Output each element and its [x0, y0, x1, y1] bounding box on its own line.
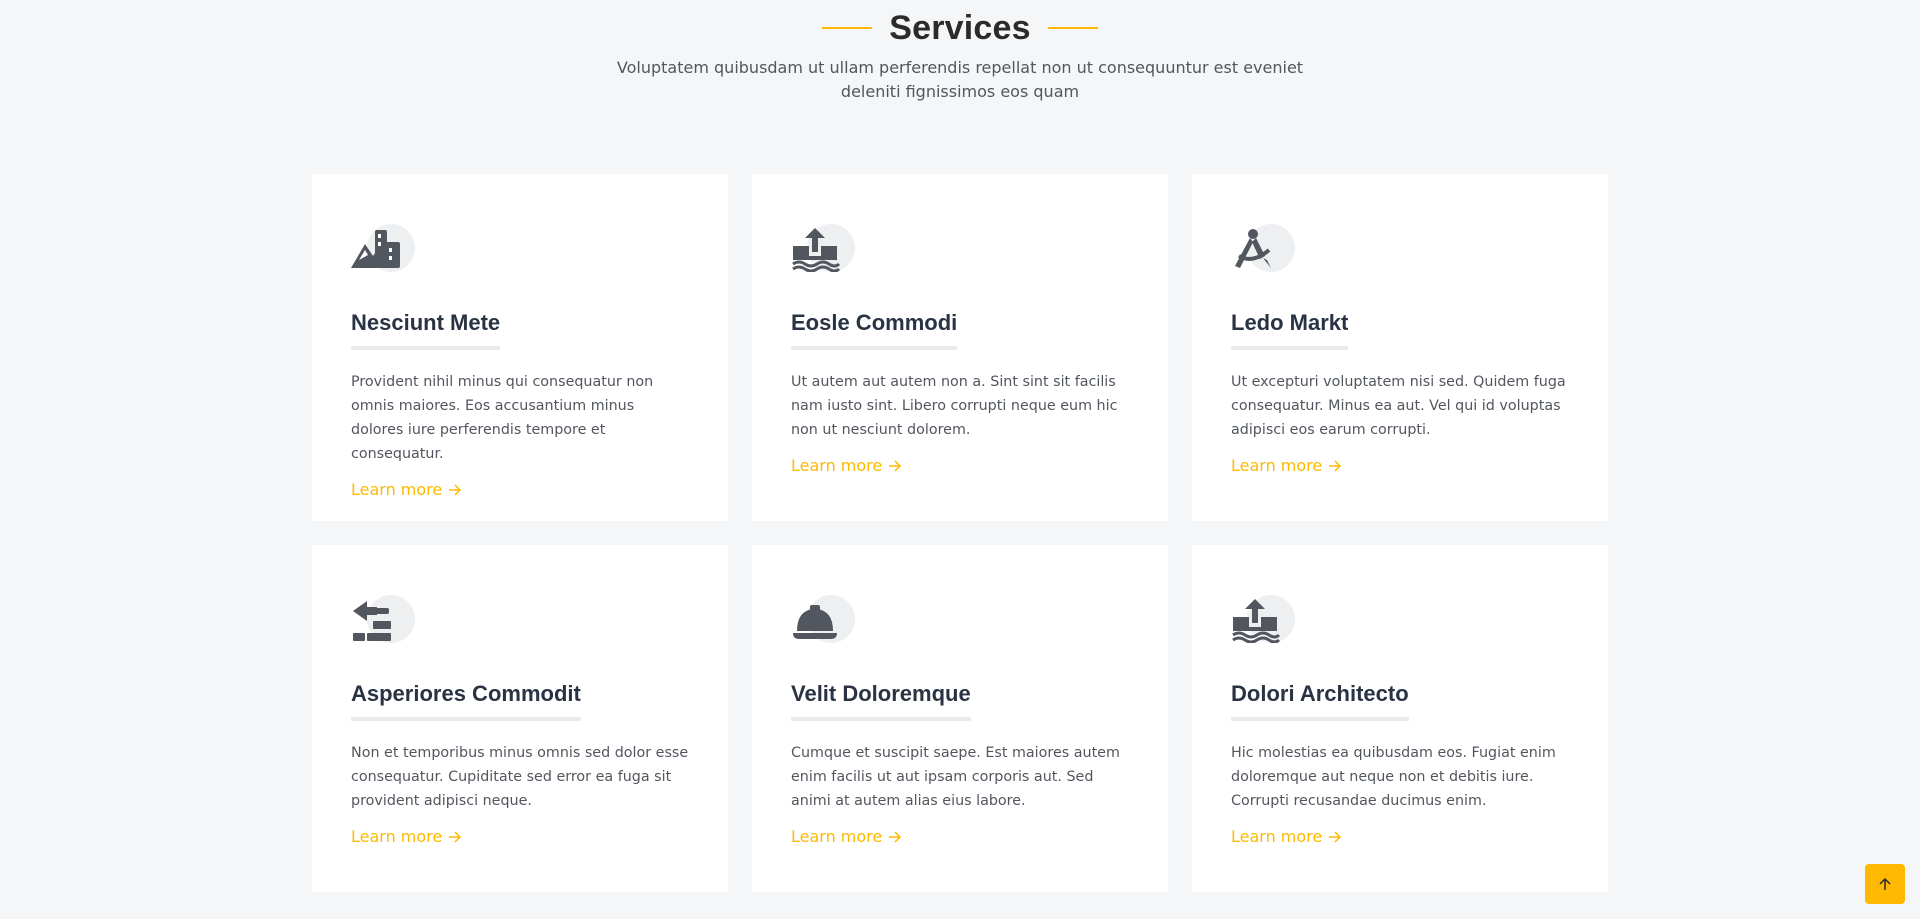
title-line-left [822, 27, 873, 29]
card-title: Dolori Architecto [1231, 681, 1409, 721]
arrow-right-icon [449, 830, 462, 843]
icon-wrapper [351, 224, 423, 272]
section-title: Services [889, 8, 1031, 47]
card-description: Ut excepturi voluptatem nisi sed. Quidem… [1231, 374, 1566, 438]
arrow-up-from-water-icon [1232, 599, 1281, 643]
learn-more-link[interactable]: Learn more [1231, 827, 1342, 846]
learn-more-label: Learn more [1231, 456, 1323, 475]
learn-more-link[interactable]: Learn more [351, 480, 462, 499]
learn-more-link[interactable]: Learn more [791, 456, 902, 475]
card-description: Cumque et suscipit saepe. Est maiores au… [791, 745, 1120, 809]
service-card: Velit Doloremque Cumque et suscipit saep… [752, 545, 1168, 892]
section-description: Voluptatem quibusdam ut ullam perferendi… [616, 58, 1304, 101]
arrow-up-icon [1879, 877, 1891, 890]
helmet-safety-icon [793, 605, 837, 639]
learn-more-label: Learn more [351, 827, 443, 846]
service-card: Dolori Architecto Hic molestias ea quibu… [1192, 545, 1608, 892]
service-card: Nesciunt Mete Provident nihil minus qui … [312, 174, 728, 521]
learn-more-link[interactable]: Learn more [1231, 456, 1342, 475]
icon-wrapper [791, 595, 863, 643]
card-title: Eosle Commodi [791, 310, 958, 350]
icon-wrapper [351, 595, 423, 643]
card-description: Hic molestias ea quibusdam eos. Fugiat e… [1231, 745, 1556, 809]
card-description: Provident nihil minus qui consequatur no… [351, 374, 654, 462]
learn-more-label: Learn more [791, 456, 883, 475]
arrow-right-icon [889, 830, 902, 843]
service-card: Ledo Markt Ut excepturi voluptatem nisi … [1192, 174, 1608, 521]
title-line-right [1047, 27, 1098, 29]
icon-wrapper [1231, 595, 1303, 643]
arrow-up-from-water-icon [792, 228, 841, 272]
arrow-right-icon [889, 459, 902, 472]
trowel-bricks-icon [353, 601, 391, 641]
mountain-city-icon [351, 230, 400, 268]
card-description: Ut autem aut autem non a. Sint sint sit … [791, 374, 1118, 438]
service-card: Eosle Commodi Ut autem aut autem non a. … [752, 174, 1168, 521]
card-title: Ledo Markt [1231, 310, 1349, 350]
card-title: Asperiores Commodit [351, 681, 581, 721]
learn-more-link[interactable]: Learn more [351, 827, 462, 846]
card-description: Non et temporibus minus omnis sed dolor … [351, 745, 689, 809]
learn-more-label: Learn more [1231, 827, 1323, 846]
learn-more-label: Learn more [351, 480, 443, 499]
title-row: Services [0, 0, 1920, 56]
icon-wrapper [791, 224, 863, 272]
learn-more-label: Learn more [791, 827, 883, 846]
compass-drafting-icon [1235, 229, 1271, 268]
section-header: Services Voluptatem quibusdam ut ullam p… [0, 0, 1920, 104]
services-grid: Nesciunt Mete Provident nihil minus qui … [312, 174, 1608, 892]
arrow-right-icon [1329, 830, 1342, 843]
card-title: Velit Doloremque [791, 681, 971, 721]
service-card: Asperiores Commodit Non et temporibus mi… [312, 545, 728, 892]
arrow-right-icon [449, 483, 462, 496]
learn-more-link[interactable]: Learn more [791, 827, 902, 846]
scroll-top-button[interactable] [1865, 864, 1905, 904]
card-title: Nesciunt Mete [351, 310, 501, 350]
arrow-right-icon [1329, 459, 1342, 472]
icon-wrapper [1231, 224, 1303, 272]
